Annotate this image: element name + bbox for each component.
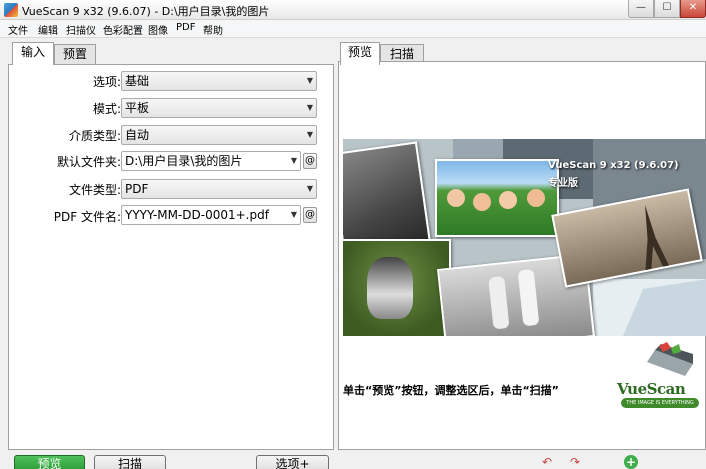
chevron-down-icon: ▼ — [306, 76, 313, 85]
scanner-logo-icon — [647, 342, 693, 376]
default-folder-value: D:\用户目录\我的图片 — [125, 154, 243, 168]
menu-image[interactable]: 图像 — [148, 22, 168, 37]
preview-tab-pane: VueScan 9 x32 (9.6.07) 专业版 单击“预览”按钮，调整选区… — [338, 61, 706, 450]
chevron-down-icon: ▼ — [290, 156, 297, 165]
child-face-1 — [447, 189, 465, 207]
pdf-name-label: PDF 文件名: — [53, 210, 121, 224]
dog-figure — [367, 257, 413, 319]
options-label: 选项: — [92, 75, 121, 89]
chevron-down-icon: ▼ — [306, 184, 313, 193]
tab-input[interactable]: 输入 — [12, 42, 54, 65]
rotate-left-icon[interactable]: ↶ — [538, 455, 556, 469]
options-plus-button[interactable]: 选项+ — [256, 455, 329, 469]
menu-scanner[interactable]: 扫描仪 — [66, 22, 96, 37]
right-panel: 预览 扫描 VueScan 9 x32 (9.6.07) 专业版 单击“预览”按… — [338, 40, 706, 450]
input-tab-pane: 选项: 基础 ▼ 模式: 平板 ▼ 介质类型: 自动 ▼ 默认文件夹: D:\用… — [8, 64, 334, 450]
zoom-in-icon[interactable]: + — [624, 455, 638, 469]
tab-presets[interactable]: 预置 — [54, 44, 96, 64]
pdf-name-at-button[interactable]: @ — [303, 207, 317, 223]
boy-figure-2 — [517, 268, 540, 327]
preview-button[interactable]: 预览 — [14, 455, 85, 469]
media-label: 介质类型: — [68, 129, 121, 143]
chevron-down-icon: ▼ — [290, 210, 297, 219]
chevron-down-icon: ▼ — [306, 103, 313, 112]
dog-photo — [343, 239, 451, 336]
menu-bar: 文件 编辑 扫描仪 色彩配置 图像 PDF 帮助 — [0, 20, 706, 38]
folder-at-button[interactable]: @ — [303, 153, 317, 169]
child-face-4 — [527, 189, 545, 207]
window-title: VueScan 9 x32 (9.6.07) - D:\用户目录\我的图片 — [22, 5, 270, 18]
menu-edit[interactable]: 编辑 — [38, 22, 58, 37]
options-value: 基础 — [125, 74, 150, 88]
logo-tagline: THE IMAGE IS EVERYTHING — [621, 398, 699, 408]
default-folder-label: 默认文件夹: — [56, 155, 121, 169]
chevron-down-icon: ▼ — [306, 130, 313, 139]
minimize-button[interactable]: — — [628, 0, 654, 18]
boy-figure-1 — [488, 276, 510, 330]
vuescan-logo: VueScan THE IMAGE IS EVERYTHING — [615, 342, 701, 412]
app-icon — [4, 3, 18, 17]
logo-name: VueScan — [617, 380, 686, 398]
child-face-3 — [499, 191, 517, 209]
child-face-2 — [473, 193, 491, 211]
title-bar: VueScan 9 x32 (9.6.07) - D:\用户目录\我的图片 — … — [0, 0, 706, 20]
splash-collage: VueScan 9 x32 (9.6.07) 专业版 — [343, 139, 706, 336]
default-folder-field[interactable]: D:\用户目录\我的图片 ▼ — [121, 151, 301, 171]
maximize-button[interactable]: ☐ — [654, 0, 680, 18]
mode-select[interactable]: 平板 ▼ — [121, 98, 317, 118]
children-photo — [435, 159, 559, 237]
menu-pdf[interactable]: PDF — [176, 22, 195, 33]
file-type-value: PDF — [125, 182, 149, 196]
scan-button[interactable]: 扫描 — [94, 455, 166, 469]
media-select[interactable]: 自动 ▼ — [121, 125, 317, 145]
media-value: 自动 — [125, 128, 150, 142]
pdf-name-field[interactable]: YYYY-MM-DD-0001+.pdf ▼ — [121, 205, 301, 225]
tab-preview[interactable]: 预览 — [340, 42, 380, 65]
mode-label: 模式: — [92, 102, 121, 116]
rotate-right-icon[interactable]: ↷ — [566, 455, 584, 469]
menu-color[interactable]: 色彩配置 — [103, 22, 143, 37]
file-type-label: 文件类型: — [68, 183, 121, 197]
left-panel: 输入 预置 选项: 基础 ▼ 模式: 平板 ▼ 介质类型: 自动 ▼ 默认文件夹… — [8, 40, 334, 450]
pdf-name-value: YYYY-MM-DD-0001+.pdf — [125, 208, 269, 222]
menu-file[interactable]: 文件 — [8, 22, 28, 37]
close-button[interactable]: ✕ — [680, 0, 706, 18]
edition-label: 专业版 — [548, 178, 578, 189]
mode-value: 平板 — [125, 101, 150, 115]
product-title: VueScan 9 x32 (9.6.07) — [548, 160, 679, 171]
options-select[interactable]: 基础 ▼ — [121, 71, 317, 91]
menu-help[interactable]: 帮助 — [203, 22, 223, 37]
file-type-select[interactable]: PDF ▼ — [121, 179, 317, 199]
instruction-text: 单击“预览”按钮，调整选区后，单击“扫描” — [343, 384, 559, 397]
